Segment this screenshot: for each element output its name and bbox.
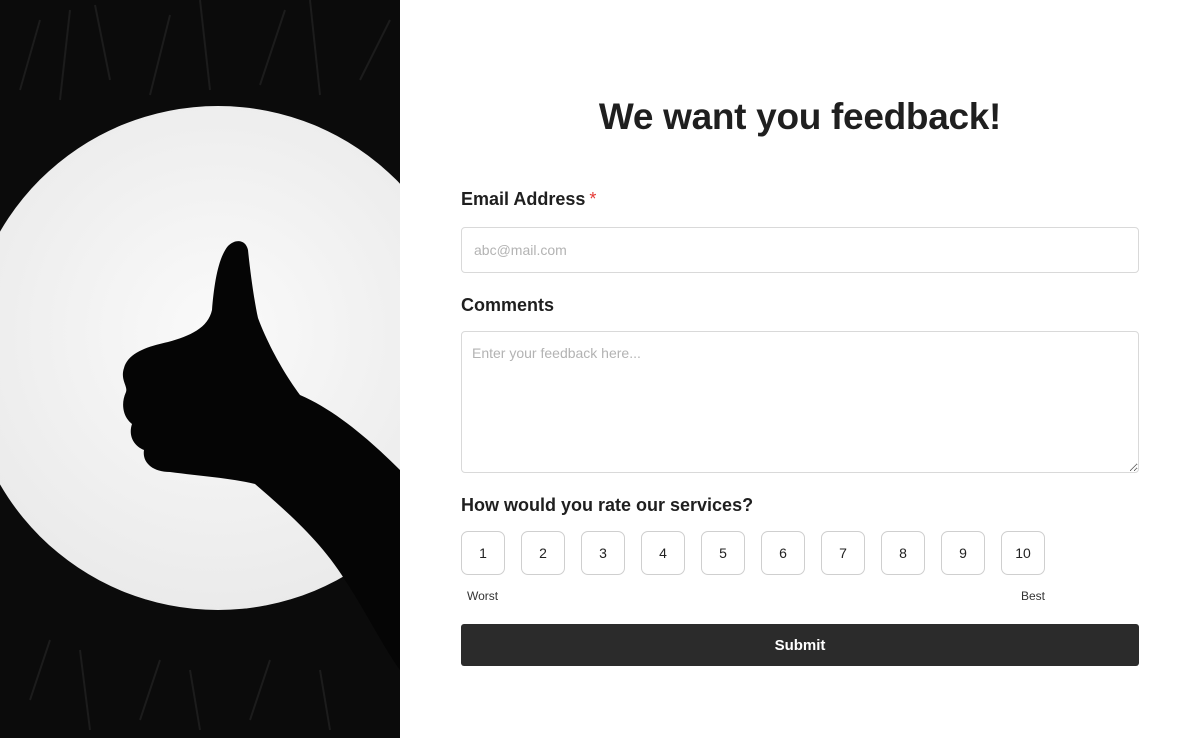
rating-option-5[interactable]: 5 xyxy=(701,531,745,575)
rating-option-9[interactable]: 9 xyxy=(941,531,985,575)
rating-option-6[interactable]: 6 xyxy=(761,531,805,575)
rating-option-4[interactable]: 4 xyxy=(641,531,685,575)
rating-option-2[interactable]: 2 xyxy=(521,531,565,575)
rating-high-label: Best xyxy=(1021,589,1046,603)
rating-option-1[interactable]: 1 xyxy=(461,531,505,575)
email-label-text: Email Address xyxy=(461,189,586,209)
required-asterisk: * xyxy=(589,189,597,209)
comments-field[interactable] xyxy=(461,331,1139,473)
rating-option-3[interactable]: 3 xyxy=(581,531,625,575)
rating-option-8[interactable]: 8 xyxy=(881,531,925,575)
rating-option-10[interactable]: 10 xyxy=(1001,531,1045,575)
page-title: We want you feedback! xyxy=(598,96,1002,137)
email-label: Email Address * xyxy=(461,189,596,210)
email-field[interactable] xyxy=(461,227,1139,273)
thumbs-up-illustration xyxy=(0,0,400,738)
rating-low-label: Worst xyxy=(467,589,499,603)
rating-option-7[interactable]: 7 xyxy=(821,531,865,575)
submit-button[interactable]: Submit xyxy=(461,624,1139,666)
feedback-form: We want you feedback! Email Address* Com… xyxy=(400,0,1200,738)
hero-image xyxy=(0,0,400,738)
comments-label: Comments xyxy=(461,295,555,315)
rating-question: How would you rate our services? xyxy=(461,495,754,515)
